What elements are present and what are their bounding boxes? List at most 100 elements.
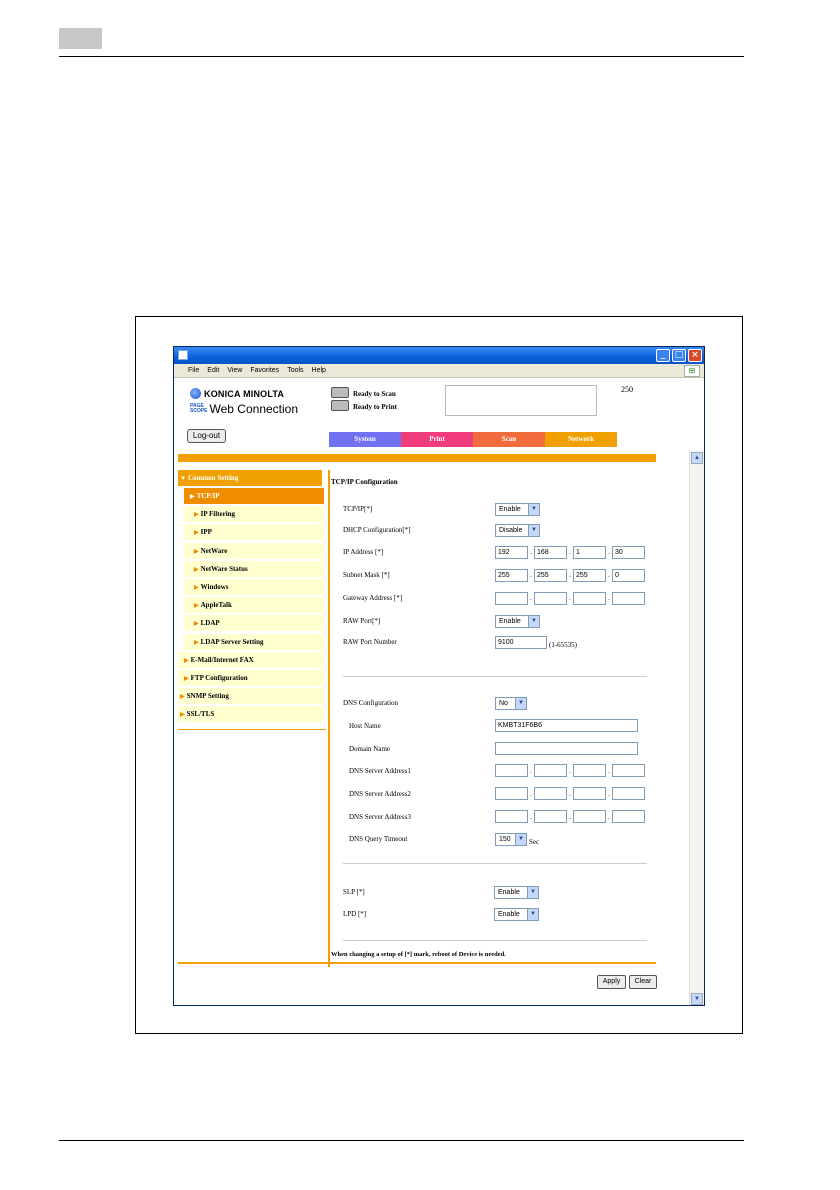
dns3-octet-3[interactable]	[573, 810, 606, 823]
menu-bar: File Edit View Favorites Tools Help ⊞	[174, 364, 704, 378]
raw-port-number-input[interactable]: 9100	[495, 636, 547, 649]
gateway-octet-1[interactable]	[495, 592, 528, 605]
chevron-down-icon: ▼	[515, 834, 526, 845]
menu-tools[interactable]: Tools	[283, 364, 307, 374]
gateway-octet-2[interactable]	[534, 592, 567, 605]
dot-separator: .	[569, 791, 571, 798]
dns1-octet-4[interactable]	[612, 764, 645, 777]
mask-octet-3[interactable]: 255	[573, 569, 606, 582]
host-name-input[interactable]: KMBT31F6B6	[495, 719, 638, 732]
clear-button[interactable]: Clear	[629, 975, 657, 989]
logout-button[interactable]: Log-out	[187, 429, 226, 443]
domain-name-input[interactable]	[495, 742, 638, 755]
print-status: Ready to Print	[331, 400, 397, 411]
ie-icon	[178, 350, 188, 360]
scroll-down-icon[interactable]: ▼	[691, 993, 703, 1005]
chevron-down-icon: ▼	[528, 504, 539, 515]
page-content: KONICA MINOLTA PAGE SCOPE Web Connection R…	[174, 378, 704, 1005]
dns3-octet-2[interactable]	[534, 810, 567, 823]
sidebar-item-windows[interactable]: ▶ Windows	[184, 579, 324, 595]
slp-select[interactable]: Enable ▼	[494, 886, 539, 899]
dot-separator: .	[530, 768, 532, 775]
sidebar-item-ldap[interactable]: ▶ LDAP	[184, 615, 324, 631]
dot-separator: .	[530, 595, 532, 602]
dot-separator: .	[569, 814, 571, 821]
scroll-up-icon[interactable]: ▲	[691, 452, 703, 464]
tab-print[interactable]: Print	[401, 432, 473, 447]
sidebar-item-ftp-configuration[interactable]: ▶ FTP Configuration	[178, 670, 324, 686]
dns2-octet-4[interactable]	[612, 787, 645, 800]
dns2-octet-1[interactable]	[495, 787, 528, 800]
gateway-octet-4[interactable]	[612, 592, 645, 605]
ip-octet-4[interactable]: 30	[612, 546, 645, 559]
chevron-down-icon: ▼	[527, 887, 538, 898]
menu-help[interactable]: Help	[308, 364, 330, 374]
sidebar-item-ipp[interactable]: ▶ IPP	[184, 524, 324, 540]
tcpip-select[interactable]: Enable ▼	[495, 503, 540, 516]
sidebar-item-appletalk[interactable]: ▶ AppleTalk	[184, 597, 324, 613]
dns2-octet-3[interactable]	[573, 787, 606, 800]
dns2-octet-2[interactable]	[534, 787, 567, 800]
dns-configuration-select[interactable]: No ▼	[495, 697, 527, 710]
chevron-down-icon: ▼	[515, 698, 526, 709]
close-icon[interactable]: ×	[688, 349, 702, 362]
apply-button[interactable]: Apply	[597, 975, 626, 989]
dns3-octet-1[interactable]	[495, 810, 528, 823]
dns1-octet-1[interactable]	[495, 764, 528, 777]
chevron-down-icon: ▼	[528, 616, 539, 627]
dot-separator: .	[530, 549, 532, 556]
message-box	[445, 385, 597, 416]
ip-octet-1[interactable]: 192	[495, 546, 528, 559]
minimize-icon[interactable]: _	[656, 349, 670, 362]
domain-name-label: Domain Name	[349, 745, 391, 753]
menu-view[interactable]: View	[223, 364, 246, 374]
sidebar-item-netware[interactable]: ▶ NetWare	[184, 543, 324, 559]
dhcp-select[interactable]: Disable ▼	[495, 524, 540, 537]
tab-scan[interactable]: Scan	[473, 432, 545, 447]
gateway-octet-3[interactable]	[573, 592, 606, 605]
dns3-octet-4[interactable]	[612, 810, 645, 823]
sidebar-item-snmp-setting[interactable]: ▶ SNMP Setting	[178, 688, 324, 704]
konica-minolta-logo: KONICA MINOLTA	[190, 388, 284, 400]
sidebar-item-ldap-server-setting[interactable]: ▶ LDAP Server Setting	[184, 634, 324, 650]
windows-flag-icon: ⊞	[684, 365, 700, 377]
ip-octet-3[interactable]: 1	[573, 546, 606, 559]
mask-octet-4[interactable]: 0	[612, 569, 645, 582]
sidebar-item-ip-filtering[interactable]: ▶ IP Filtering	[184, 506, 324, 522]
timeout-unit: Sec	[529, 838, 540, 846]
sidebar-divider	[328, 470, 330, 967]
mask-octet-2[interactable]: 255	[534, 569, 567, 582]
dot-separator: .	[530, 791, 532, 798]
ip-octet-2[interactable]: 168	[534, 546, 567, 559]
section-divider	[343, 940, 647, 941]
menu-favorites[interactable]: Favorites	[246, 364, 283, 374]
tab-system[interactable]: System	[329, 432, 401, 447]
raw-port-label: RAW Port[*]	[343, 617, 381, 625]
subnet-mask-label: Subnet Mask [*]	[343, 571, 390, 579]
dot-separator: .	[608, 572, 610, 579]
dns-server-1-label: DNS Server Address1	[349, 767, 411, 775]
sidebar-item-ssl-tls[interactable]: ▶ SSL/TLS	[178, 706, 324, 722]
dns-query-timeout-select[interactable]: 150 ▼	[495, 833, 527, 846]
slp-label: SLP [*]	[343, 888, 365, 896]
mask-octet-1[interactable]: 255	[495, 569, 528, 582]
scan-status: Ready to Scan	[331, 387, 396, 398]
sidebar-item-email-internet-fax[interactable]: ▶ E-Mail/Internet FAX	[178, 652, 324, 668]
konica-globe-icon	[190, 388, 201, 399]
pagescope-logo: PAGE SCOPE	[190, 403, 208, 414]
dns1-octet-3[interactable]	[573, 764, 606, 777]
raw-port-range: (1-65535)	[549, 641, 577, 649]
maximize-icon[interactable]: □	[672, 349, 686, 362]
menu-edit[interactable]: Edit	[203, 364, 223, 374]
tab-network[interactable]: Network	[545, 432, 617, 447]
sidebar-item-common-setting[interactable]: ▼ Common Setting	[178, 470, 322, 486]
counter: 250	[621, 385, 633, 394]
raw-port-select[interactable]: Enable ▼	[495, 615, 540, 628]
vertical-scrollbar[interactable]: ▲ ▼	[689, 451, 704, 1005]
sidebar-item-tcpip[interactable]: ▶ TCP/IP	[184, 488, 324, 504]
menu-file[interactable]: File	[184, 364, 203, 374]
lpd-select[interactable]: Enable ▼	[494, 908, 539, 921]
dns1-octet-2[interactable]	[534, 764, 567, 777]
sidebar-item-netware-status[interactable]: ▶ NetWare Status	[184, 561, 324, 577]
section-divider	[343, 863, 647, 864]
